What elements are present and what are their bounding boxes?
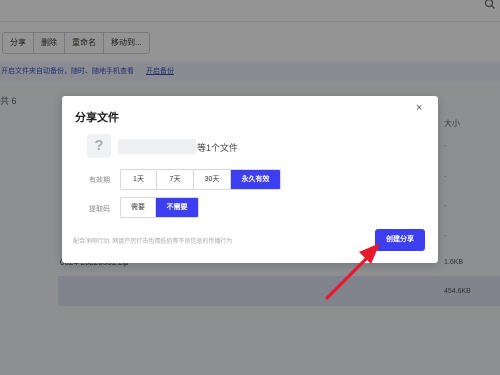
code-option-required[interactable]: 需要 [121,198,156,217]
file-name-placeholder [118,139,196,154]
unknown-file-icon: ? [87,134,111,158]
policy-footnote: 配合净网行动, 网盘严厉打击色情低俗等不良信息的传播行为 [73,239,233,245]
code-option-not-required[interactable]: 不需要 [156,198,198,217]
validity-option-7-days[interactable]: 7天 [157,170,194,189]
extraction-code-label: 提取码 [89,206,110,213]
validity-option-1-day[interactable]: 1天 [121,170,157,189]
dialog-title: 分享文件 [75,112,119,124]
create-share-button[interactable]: 创建分享 [375,229,425,251]
extraction-code-selector: 需要 不需要 [120,197,199,218]
validity-option-permanent[interactable]: 永久有效 [231,170,280,189]
validity-option-30-days[interactable]: 30天 [194,170,231,189]
validity-label: 有效期 [89,177,110,184]
share-dialog: 分享文件 × ? 等1个文件 有效期 1天 7天 30天 永久有效 提取码 需要… [62,96,438,263]
file-count-text: 等1个文件 [197,143,239,153]
validity-selector: 1天 7天 30天 永久有效 [120,169,281,190]
close-icon[interactable]: × [416,102,422,114]
